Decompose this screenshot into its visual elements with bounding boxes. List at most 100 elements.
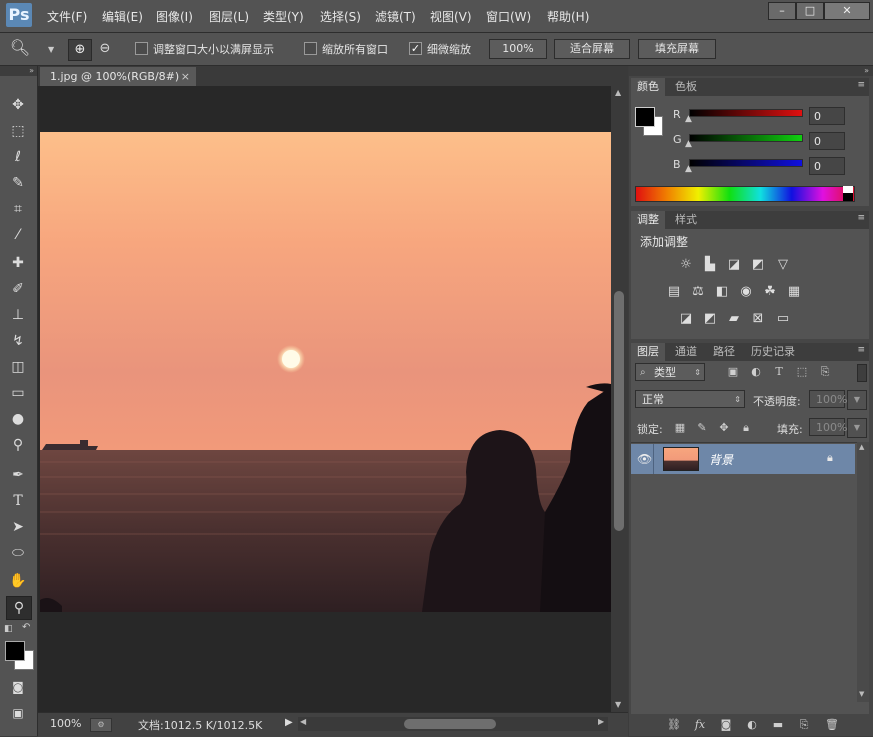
red-slider-handle-icon[interactable]: ▲ xyxy=(685,114,692,124)
filter-shape-icon[interactable]: ⬚ xyxy=(795,365,809,379)
zoom-100-button[interactable]: 100% xyxy=(489,39,547,59)
menu-filter[interactable]: 滤镜(T) xyxy=(375,8,416,25)
zoom-in-icon[interactable]: ⊕ xyxy=(68,39,92,61)
panel-menu-icon[interactable]: ≡ xyxy=(857,80,865,90)
filter-adjustment-icon[interactable]: ◐ xyxy=(749,365,763,379)
resize-windows-checkbox[interactable] xyxy=(135,42,148,55)
path-selection-tool-icon[interactable]: ➤ xyxy=(6,516,30,538)
invert-icon[interactable]: ◪ xyxy=(678,311,694,327)
curves-icon[interactable]: ◪ xyxy=(726,257,742,273)
tab-paths[interactable]: 路径 xyxy=(707,343,741,361)
add-mask-icon[interactable]: ◙ xyxy=(719,718,733,732)
zoom-out-icon[interactable]: ⊖ xyxy=(94,39,116,59)
menu-edit[interactable]: 编辑(E) xyxy=(102,8,143,25)
link-layers-icon[interactable]: ⛓ xyxy=(667,718,681,732)
blue-slider-handle-icon[interactable]: ▲ xyxy=(685,164,692,174)
lasso-tool-icon[interactable]: ℓ xyxy=(6,146,30,168)
scroll-down-icon[interactable]: ▼ xyxy=(859,690,864,698)
color-foreground-swatch[interactable] xyxy=(635,107,655,127)
pen-tool-icon[interactable]: ✒ xyxy=(6,464,30,486)
lock-image-pixels-icon[interactable]: ✎ xyxy=(695,421,709,435)
new-layer-icon[interactable]: ⎘ xyxy=(797,718,811,732)
fill-screen-button[interactable]: 填充屏幕 xyxy=(638,39,716,59)
panel-collapse-icon[interactable]: » xyxy=(0,66,37,76)
spectrum-black-swatch[interactable] xyxy=(843,193,853,201)
share-icon[interactable]: ⚙ xyxy=(90,718,112,732)
filter-type-icon[interactable]: T xyxy=(772,365,786,379)
move-tool-icon[interactable]: ✥ xyxy=(6,94,30,116)
panel-menu-icon[interactable]: ≡ xyxy=(857,213,865,223)
minimize-button[interactable]: – xyxy=(768,2,796,20)
levels-icon[interactable]: ▙ xyxy=(702,257,718,273)
marquee-tool-icon[interactable]: ⬚ xyxy=(6,120,30,142)
filter-toggle-switch[interactable] xyxy=(857,364,867,382)
canvas-image[interactable] xyxy=(40,132,611,612)
brush-tool-icon[interactable]: ✐ xyxy=(6,278,30,300)
vertical-scroll-thumb[interactable] xyxy=(614,291,624,531)
layer-row-background[interactable]: 👁︎ 背景 🔒︎ xyxy=(631,444,855,474)
lock-all-icon[interactable]: 🔒︎ xyxy=(739,421,753,435)
quick-selection-tool-icon[interactable]: ✎ xyxy=(6,172,30,194)
menu-file[interactable]: 文件(F) xyxy=(47,8,87,25)
green-slider-handle-icon[interactable]: ▲ xyxy=(685,139,692,149)
fill-field[interactable]: 100% xyxy=(809,418,847,436)
color-spectrum-ramp[interactable] xyxy=(635,186,855,202)
tab-layers[interactable]: 图层 xyxy=(631,343,665,361)
menu-window[interactable]: 窗口(W) xyxy=(486,8,531,25)
scroll-up-icon[interactable]: ▲ xyxy=(859,443,864,451)
zoom-tool-icon[interactable]: ⚲ xyxy=(6,596,32,620)
blend-mode-select[interactable]: 正常 ⇕ xyxy=(635,390,745,408)
menu-help[interactable]: 帮助(H) xyxy=(547,8,589,25)
exposure-icon[interactable]: ◩ xyxy=(750,257,766,273)
selective-color-icon[interactable]: ⊠ xyxy=(750,311,766,327)
zoom-all-windows-checkbox[interactable] xyxy=(304,42,317,55)
gradient-map-icon[interactable]: ▭ xyxy=(775,311,791,327)
menu-layer[interactable]: 图层(L) xyxy=(209,8,249,25)
horizontal-scroll-thumb[interactable] xyxy=(404,719,496,729)
layer-style-fx-icon[interactable]: fx xyxy=(693,718,707,732)
layer-list-scrollbar[interactable]: ▲ ▼ xyxy=(857,442,869,702)
blue-slider[interactable] xyxy=(689,159,803,167)
crop-tool-icon[interactable]: ⌗ xyxy=(6,198,30,220)
filter-pixel-icon[interactable]: ▣ xyxy=(726,365,740,379)
eyedropper-tool-icon[interactable]: ⁄ xyxy=(6,224,30,246)
threshold-icon[interactable]: ▰ xyxy=(726,311,742,327)
scroll-up-icon[interactable]: ▲ xyxy=(615,88,621,97)
fit-screen-button[interactable]: 适合屏幕 xyxy=(554,39,630,59)
black-white-icon[interactable]: ◧ xyxy=(714,284,730,300)
dodge-tool-icon[interactable]: ⚲ xyxy=(6,434,30,456)
color-balance-icon[interactable]: ⚖ xyxy=(690,284,706,300)
tab-color[interactable]: 颜色 xyxy=(631,78,665,96)
history-brush-tool-icon[interactable]: ↯ xyxy=(6,330,30,352)
tab-styles[interactable]: 样式 xyxy=(669,211,703,229)
horizontal-scrollbar[interactable]: ◀ ▶ xyxy=(298,717,608,731)
scroll-right-icon[interactable]: ▶ xyxy=(598,717,604,726)
screen-mode-icon[interactable]: ▣ xyxy=(6,702,30,724)
brightness-contrast-icon[interactable]: ☼ xyxy=(678,257,694,273)
chevron-down-icon[interactable]: ▼ xyxy=(48,45,54,54)
gradient-tool-icon[interactable]: ▭ xyxy=(6,382,30,404)
close-button[interactable]: ✕ xyxy=(824,2,870,20)
scroll-left-icon[interactable]: ◀ xyxy=(300,717,306,726)
document-tab[interactable]: 1.jpg @ 100%(RGB/8#) × xyxy=(40,67,196,86)
spectrum-white-swatch[interactable] xyxy=(843,186,853,193)
opacity-field[interactable]: 100% xyxy=(809,390,847,408)
filter-smart-object-icon[interactable]: ⎘ xyxy=(818,365,832,379)
foreground-color-swatch[interactable] xyxy=(5,641,25,661)
channel-mixer-icon[interactable]: ☘ xyxy=(762,284,778,300)
red-slider[interactable] xyxy=(689,109,803,117)
panel-dock-collapse-icon[interactable]: » xyxy=(629,66,873,76)
maximize-button[interactable]: □ xyxy=(796,2,824,20)
vibrance-icon[interactable]: ▽ xyxy=(775,257,791,273)
posterize-icon[interactable]: ◩ xyxy=(702,311,718,327)
menu-image[interactable]: 图像(I) xyxy=(156,8,193,25)
opacity-dropdown-icon[interactable]: ▼ xyxy=(847,390,867,410)
tab-channels[interactable]: 通道 xyxy=(669,343,703,361)
menu-select[interactable]: 选择(S) xyxy=(320,8,361,25)
green-slider[interactable] xyxy=(689,134,803,142)
hue-saturation-icon[interactable]: ▤ xyxy=(666,284,682,300)
green-value-field[interactable]: 0 xyxy=(809,132,845,150)
layer-filter-kind-select[interactable]: ⌕ 类型 ⇕ xyxy=(635,363,705,381)
new-group-icon[interactable]: ▬ xyxy=(771,718,785,732)
tab-history[interactable]: 历史记录 xyxy=(745,343,801,361)
